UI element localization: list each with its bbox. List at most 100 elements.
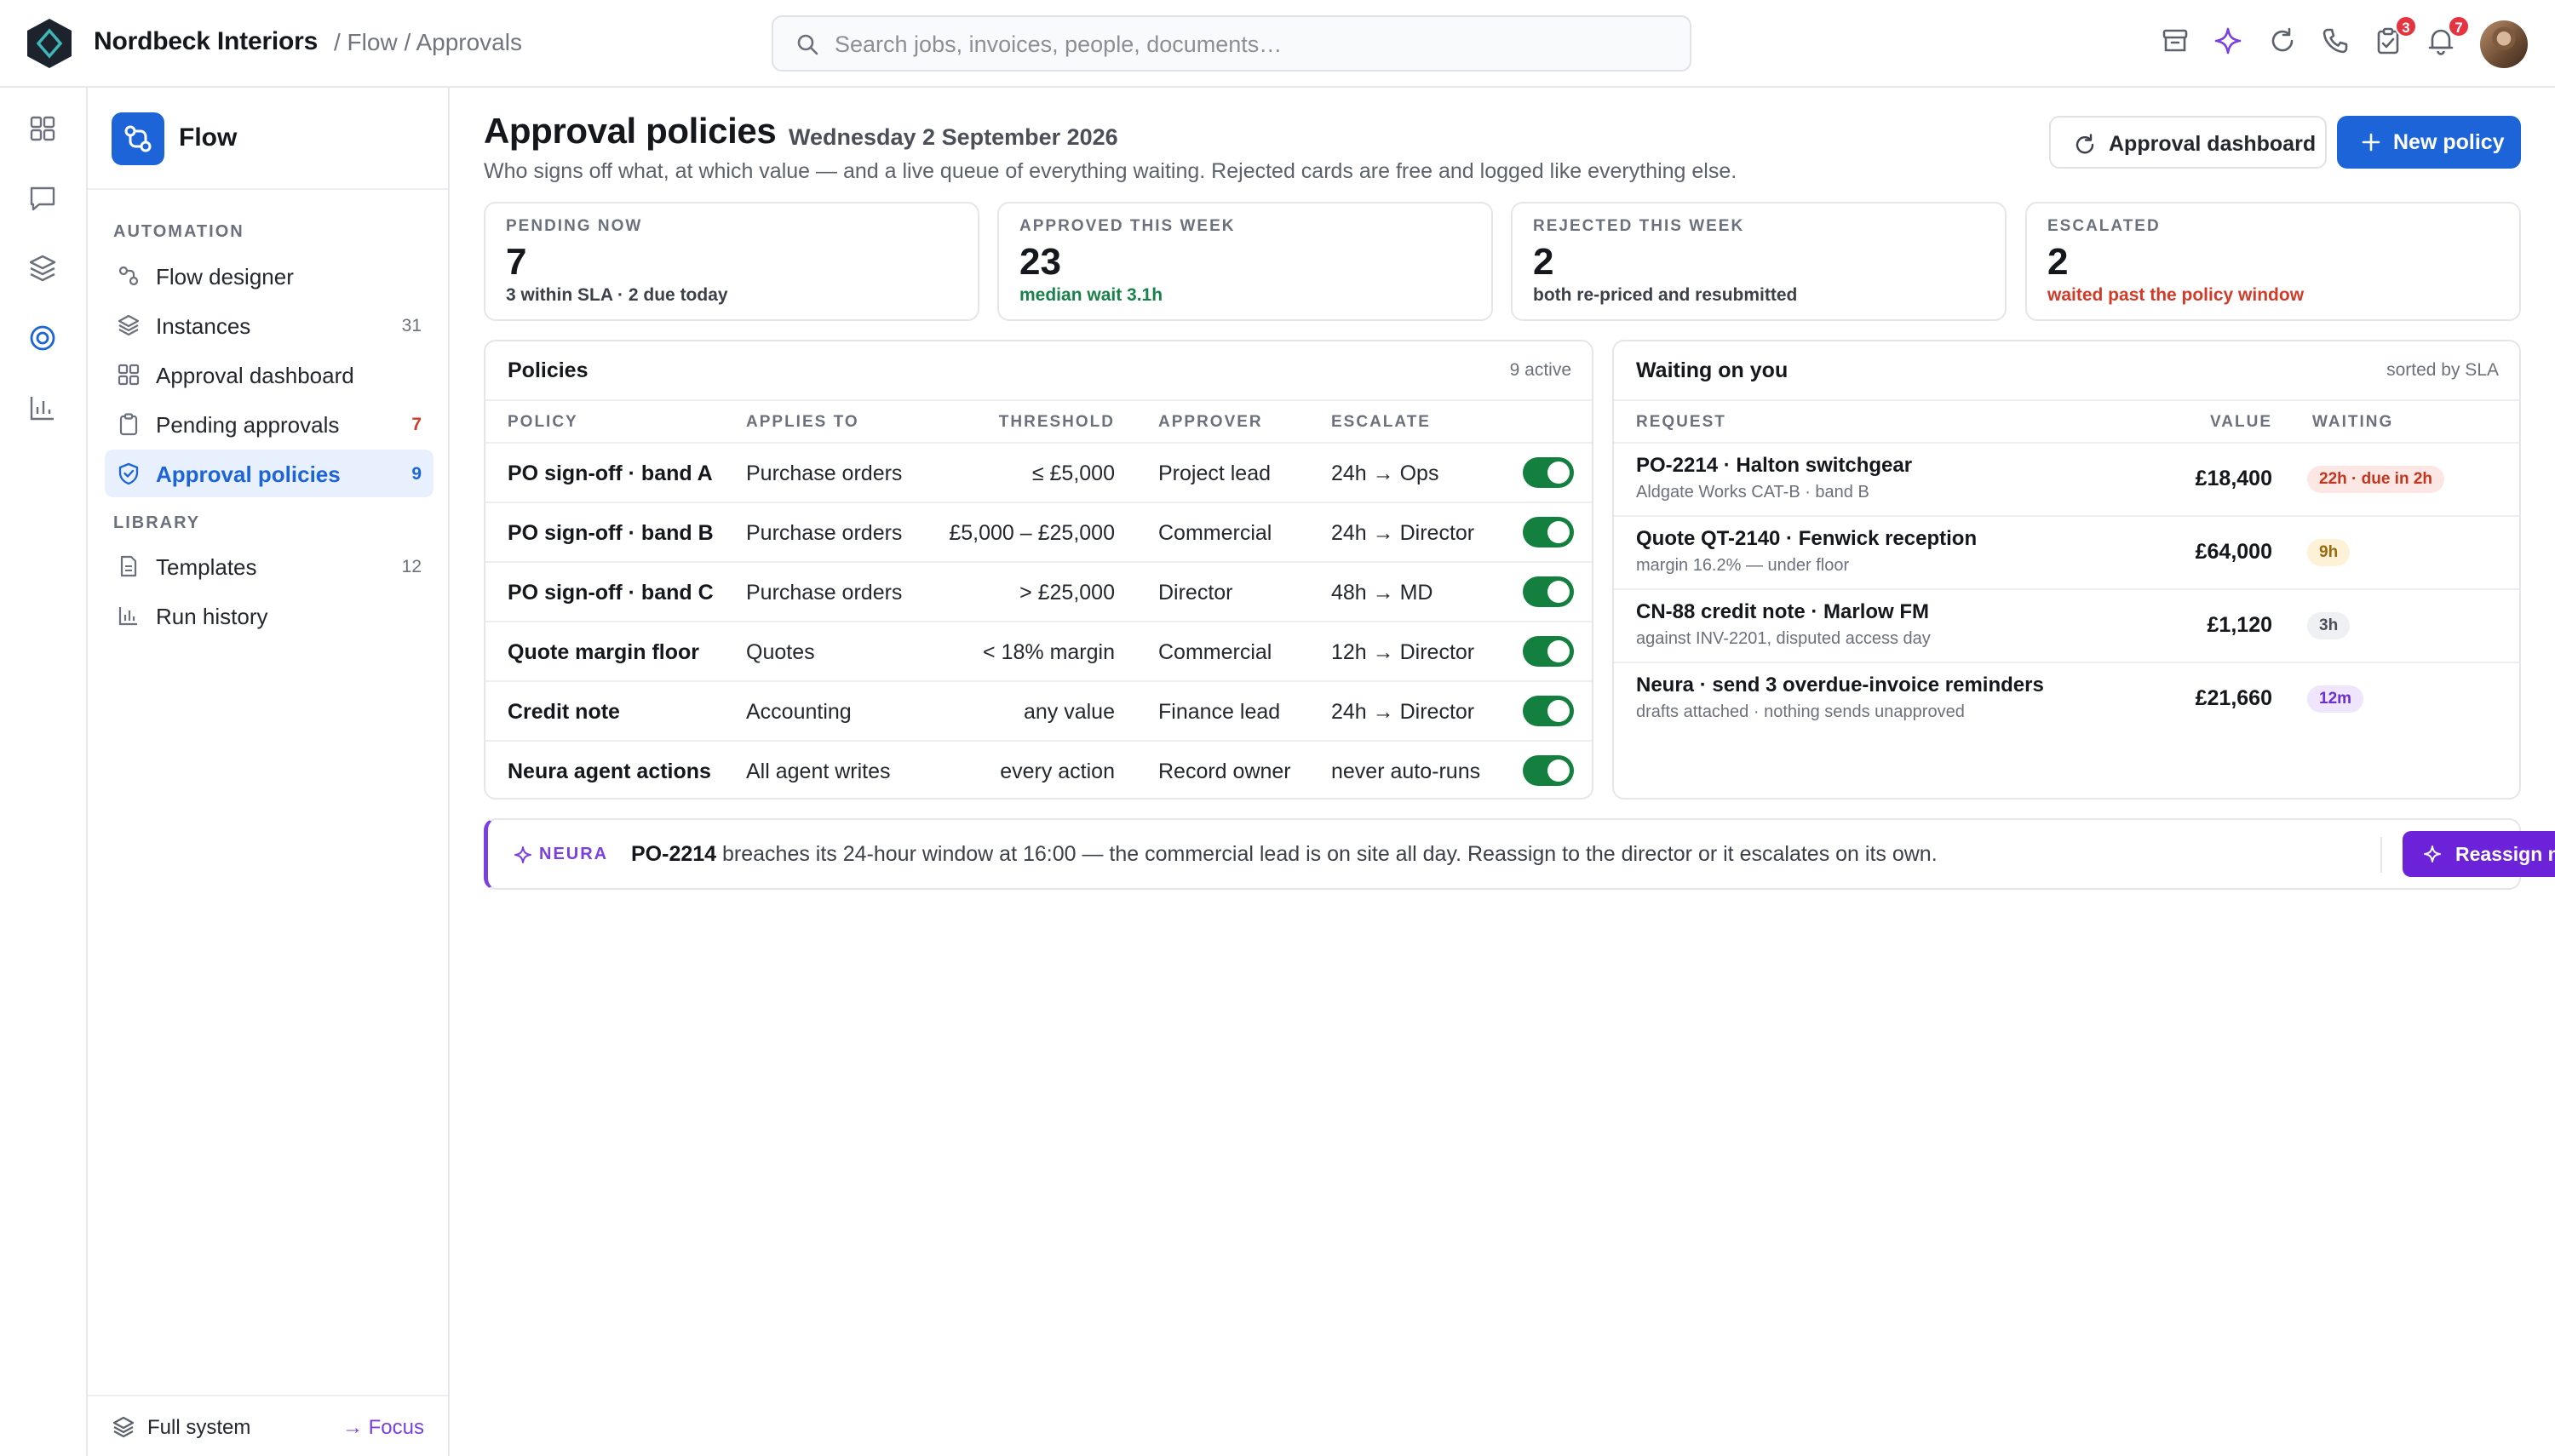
sidebar-item-label: Run history	[156, 604, 268, 629]
button-label: Reassign now	[2455, 843, 2555, 865]
sidebar-item-pending-approvals[interactable]: Pending approvals 7	[105, 400, 433, 448]
refresh-icon[interactable]	[2267, 26, 2301, 60]
brand-logo-icon[interactable]	[24, 17, 75, 70]
phone-icon[interactable]	[2320, 26, 2354, 60]
sidebar-item-flow-designer[interactable]: Flow designer	[105, 252, 433, 300]
sidebar-item-run-history[interactable]: Run history	[105, 592, 433, 639]
app-title: Flow	[179, 123, 238, 152]
neura-suggestion-banner: NEURA PO-2214 breaches its 24-hour windo…	[484, 818, 2555, 890]
sidebar-item-count: 31	[401, 316, 422, 335]
waiting-badge: 9h	[2307, 539, 2351, 566]
request-value: £1,120	[2207, 613, 2272, 637]
column-header[interactable]: APPROVER	[1158, 413, 1263, 432]
table-row[interactable]: Neura agent actions All agent writes eve…	[485, 742, 1592, 798]
stat-card-rejected: REJECTED THIS WEEK 2 both re-priced and …	[1511, 202, 2007, 321]
sidebar-item-label: Approval dashboard	[156, 363, 354, 388]
table-row[interactable]: PO sign-off · band B Purchase orders £5,…	[485, 503, 1592, 563]
panel-title: Policies	[508, 358, 589, 382]
new-policy-button[interactable]: New policy	[2337, 116, 2521, 169]
archive-icon[interactable]	[2160, 26, 2194, 60]
policy-toggle[interactable]	[1523, 755, 1574, 786]
global-search[interactable]	[772, 15, 1691, 72]
request-title: Neura · send 3 overdue-invoice reminders	[1636, 674, 2044, 696]
button-label: New policy	[2393, 130, 2505, 154]
policy-toggle[interactable]	[1523, 576, 1574, 607]
policy-toggle[interactable]	[1523, 457, 1574, 488]
request-detail: drafts attached · nothing sends unapprov…	[1636, 702, 1965, 721]
divider	[2380, 837, 2382, 873]
request-title: PO-2214 · Halton switchgear	[1636, 454, 1913, 477]
escalate: 48h → MD	[1331, 581, 1433, 605]
stat-value: 2	[1533, 241, 1554, 283]
request-detail: against INV-2201, disputed access day	[1636, 629, 1931, 648]
chart-icon[interactable]	[27, 393, 61, 427]
table-row[interactable]: PO sign-off · band C Purchase orders > £…	[485, 563, 1592, 622]
request-detail: Aldgate Works CAT-B · band B	[1636, 483, 1869, 502]
user-avatar[interactable]	[2480, 20, 2528, 68]
column-header[interactable]: WAITING	[2312, 413, 2393, 432]
table-row[interactable]: Quote margin floor Quotes < 18% margin C…	[485, 622, 1592, 682]
brand-name[interactable]: Nordbeck Interiors	[94, 27, 318, 56]
sidebar-item-count: 12	[401, 557, 422, 576]
waiting-badge: 3h	[2307, 612, 2351, 639]
approver: Record owner	[1158, 760, 1291, 783]
search-icon	[795, 32, 819, 56]
breadcrumb[interactable]: / Flow / Approvals	[334, 29, 522, 56]
reassign-now-button[interactable]: Reassign now	[2403, 831, 2555, 877]
sidebar-item-approval-dashboard[interactable]: Approval dashboard	[105, 351, 433, 398]
sidebar-item-templates[interactable]: Templates 12	[105, 542, 433, 590]
stat-label: PENDING NOW	[506, 217, 643, 235]
target-icon[interactable]	[27, 323, 61, 357]
column-header[interactable]: VALUE	[2210, 413, 2272, 432]
shield-check-icon	[117, 461, 141, 485]
column-header[interactable]: REQUEST	[1636, 413, 1726, 432]
stat-note: 3 within SLA · 2 due today	[506, 285, 728, 305]
panel-meta: sorted by SLA	[2386, 360, 2499, 380]
column-header[interactable]: ESCALATE	[1331, 413, 1431, 432]
top-bar: Nordbeck Interiors / Flow / Approvals 3 …	[0, 0, 2555, 88]
stat-card-approved: APPROVED THIS WEEK 23 median wait 3.1h	[997, 202, 1493, 321]
stat-value: 2	[2047, 241, 2069, 283]
list-item[interactable]: CN-88 credit note · Marlow FM against IN…	[1614, 590, 2519, 663]
list-item[interactable]: Neura · send 3 overdue-invoice reminders…	[1614, 663, 2519, 737]
policy-name: Quote margin floor	[508, 640, 699, 664]
neura-message-text: breaches its 24-hour window at 16:00 — t…	[716, 842, 1938, 866]
sidebar-item-approval-policies[interactable]: Approval policies 9	[105, 450, 433, 497]
policy-toggle[interactable]	[1523, 517, 1574, 547]
full-system-link[interactable]: Full system	[147, 1416, 250, 1440]
table-row[interactable]: Credit note Accounting any value Finance…	[485, 682, 1592, 742]
neura-reference[interactable]: PO-2214	[631, 842, 716, 866]
sidebar-item-label: Approval policies	[156, 461, 341, 487]
chat-icon[interactable]	[27, 183, 61, 217]
stat-note: waited past the policy window	[2047, 285, 2305, 305]
layers-icon	[112, 1415, 135, 1439]
grid-icon[interactable]	[27, 113, 61, 147]
search-input[interactable]	[835, 26, 1669, 63]
stat-label: APPROVED THIS WEEK	[1019, 217, 1236, 235]
layers-icon[interactable]	[27, 253, 61, 287]
escalate: 24h → Director	[1331, 700, 1475, 724]
policy-toggle[interactable]	[1523, 696, 1574, 726]
list-item[interactable]: PO-2214 · Halton switchgear Aldgate Work…	[1614, 444, 2519, 517]
applies-to: Purchase orders	[746, 581, 903, 605]
sidebar-item-instances[interactable]: Instances 31	[105, 301, 433, 349]
sparkle-icon[interactable]	[2213, 26, 2247, 60]
sidebar-item-label: Templates	[156, 554, 257, 580]
column-header[interactable]: THRESHOLD	[999, 413, 1115, 432]
list-item[interactable]: Quote QT-2140 · Fenwick reception margin…	[1614, 517, 2519, 590]
applies-to: Purchase orders	[746, 521, 903, 545]
waiting-panel: Waiting on you sorted by SLA REQUEST VAL…	[1612, 340, 2521, 800]
policy-toggle[interactable]	[1523, 636, 1574, 667]
approval-dashboard-button[interactable]: Approval dashboard	[2049, 116, 2327, 169]
focus-mode-link[interactable]: → Focus	[342, 1416, 424, 1440]
table-row[interactable]: PO sign-off · band A Purchase orders ≤ £…	[485, 444, 1592, 503]
neura-message: PO-2214 breaches its 24-hour window at 1…	[631, 842, 1938, 867]
threshold: every action	[1000, 760, 1115, 783]
document-icon	[117, 554, 141, 578]
stat-label: ESCALATED	[2047, 217, 2161, 235]
column-header[interactable]: APPLIES TO	[746, 413, 859, 432]
button-label: Approval dashboard	[2109, 132, 2317, 156]
flow-icon	[117, 264, 141, 288]
column-header[interactable]: POLICY	[508, 413, 578, 432]
stat-card-escalated: ESCALATED 2 waited past the policy windo…	[2025, 202, 2521, 321]
